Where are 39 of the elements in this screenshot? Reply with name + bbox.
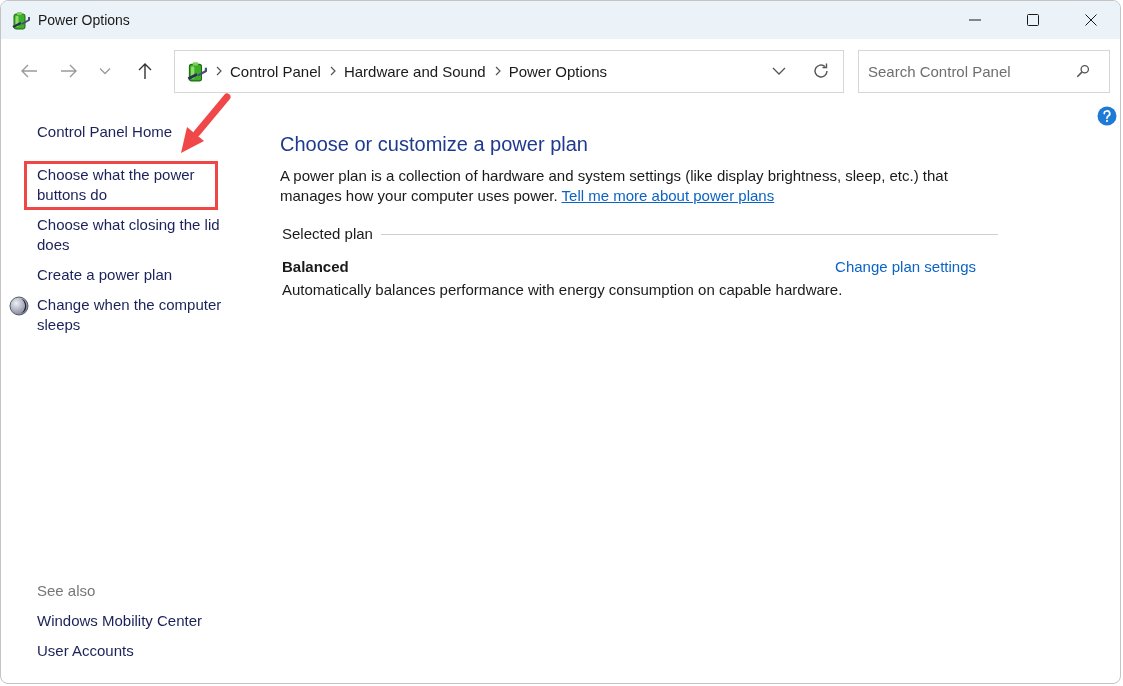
battery-plug-icon [185,60,207,82]
minimize-icon [969,19,981,21]
arrow-up-icon [137,62,153,80]
search-icon [1076,63,1090,78]
close-icon [1085,14,1097,26]
plan-description: Automatically balances performance with energy consumption on capable hardware. [282,280,844,300]
arrow-left-icon [20,63,38,79]
see-also-link[interactable]: Windows Mobility Center [37,611,203,631]
refresh-icon [812,62,830,80]
learn-more-link[interactable]: Tell me more about power plans [561,187,775,204]
breadcrumb[interactable]: Control Panel [230,62,321,80]
sidebar-link[interactable]: Choose what closing the lid does [37,215,225,255]
address-bar[interactable]: Control Panel Hardware and Sound Power Options [174,49,844,93]
change-plan-settings-link[interactable]: Change plan settings [835,257,976,277]
arrow-right-icon [60,63,78,79]
help-icon[interactable] [1097,106,1117,126]
description-text: A power plan is a collection of hardware and system settings (like display brightness, sleep, etc.) that manages how your computer uses power. Tell me more about power plans [280,166,949,206]
sidebar-link[interactable]: Change when the computer sleeps [37,295,225,335]
plan-name: Balanced [282,257,349,277]
annotation-arrow [179,93,231,155]
chevron-down-icon [99,67,111,75]
see-also-heading: See also [37,581,96,601]
sidebar-link[interactable]: Create a power plan [37,265,173,285]
chevron-right-icon [494,66,501,76]
breadcrumb[interactable]: Power Options [508,62,608,80]
window-title: Power Options [38,12,130,28]
breadcrumb[interactable]: Hardware and Sound [343,62,486,80]
page-heading: Choose or customize a power plan [280,132,589,157]
chevron-right-icon [329,66,336,76]
chevron-right-icon [216,66,222,76]
sidebar-link[interactable]: Choose what the power buttons do [37,165,203,205]
see-also-link[interactable]: User Accounts [37,641,134,661]
group-heading: Selected plan [282,224,373,244]
maximize-icon [1027,14,1039,26]
sidebar-link[interactable]: Control Panel Home [37,122,173,142]
search-field[interactable]: Search Control Panel [858,49,1110,93]
moon-icon [9,296,29,316]
battery-plug-icon [10,10,30,30]
chevron-down-icon [772,67,786,75]
